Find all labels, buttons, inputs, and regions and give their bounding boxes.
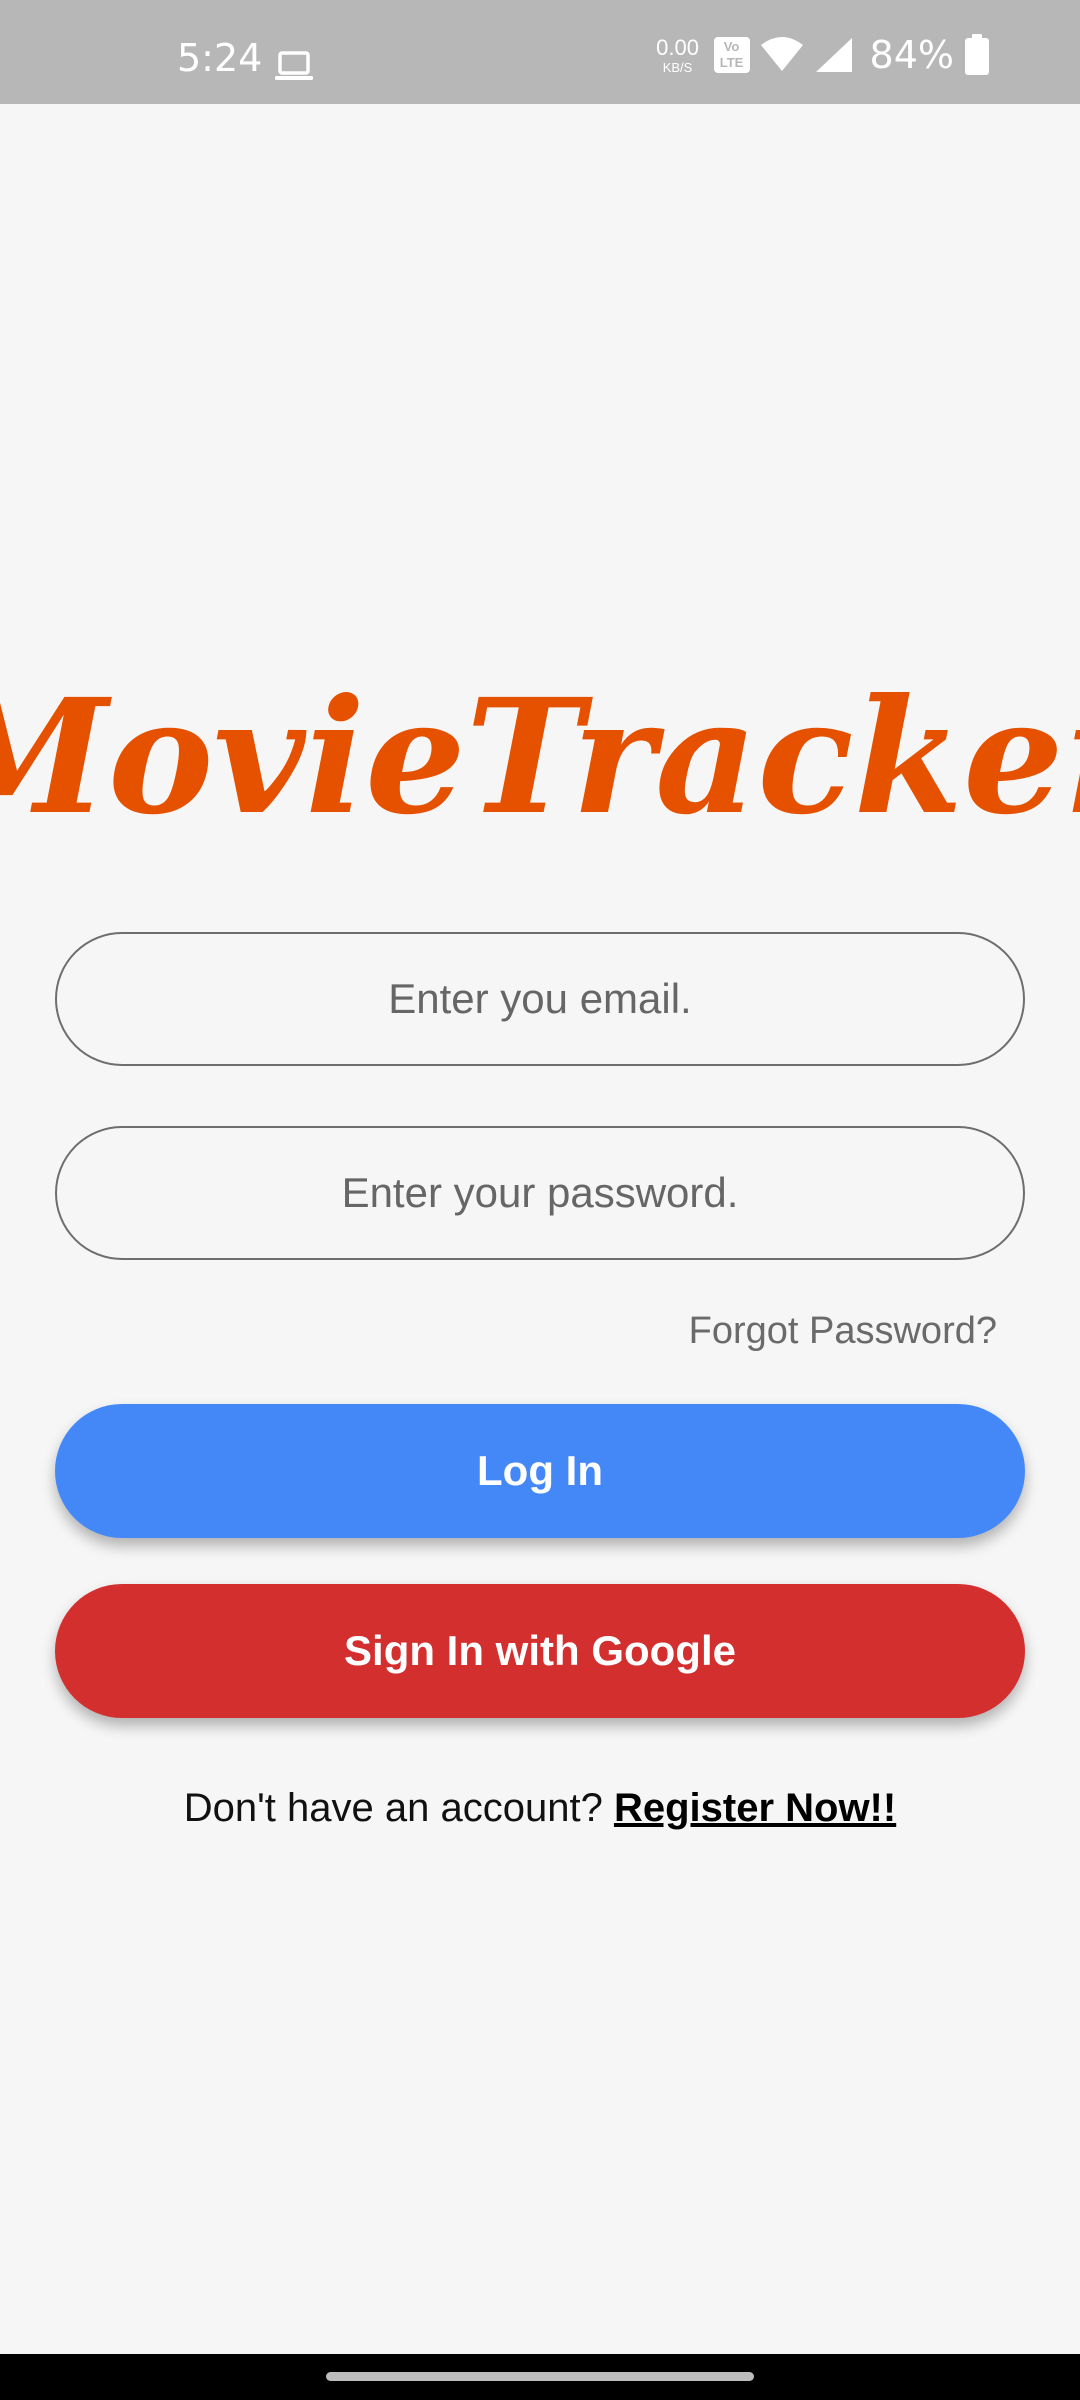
login-button[interactable]: Log In (55, 1404, 1025, 1538)
laptop-icon (275, 51, 313, 80)
signal-icon (815, 38, 852, 72)
google-signin-label: Sign In with Google (344, 1627, 736, 1674)
navigation-bar (0, 2354, 1080, 2400)
password-input[interactable] (108, 1168, 972, 1218)
register-prompt: Don't have an account? Register Now!! (0, 1786, 1080, 1831)
status-time: 5:24 (177, 36, 263, 80)
password-field[interactable] (55, 1126, 1025, 1260)
logo-text: MovieTracker (0, 665, 1080, 840)
login-button-label: Log In (477, 1447, 603, 1494)
app-logo: MovieTracker (0, 665, 1080, 840)
google-signin-button[interactable]: Sign In with Google (55, 1584, 1025, 1718)
net-speed-unit: KB/S (662, 59, 693, 75)
battery-icon (965, 34, 989, 75)
register-prompt-text: Don't have an account? (183, 1786, 603, 1830)
net-speed: 0.00 KB/S (652, 34, 704, 75)
volte-bottom: LTE (719, 55, 744, 70)
volte-icon: Vo LTE (713, 37, 750, 73)
email-field[interactable] (55, 932, 1025, 1066)
status-bar: 5:24 0.00 KB/S Vo LTE 84% (0, 0, 1080, 104)
net-speed-value: 0.00 (656, 34, 699, 60)
status-right-group: 0.00 KB/S Vo LTE 84% (652, 30, 990, 80)
battery-percent: 84% (869, 33, 954, 77)
volte-top: Vo (723, 39, 740, 54)
register-now-link[interactable]: Register Now!! (614, 1786, 896, 1830)
home-gesture-handle[interactable] (326, 2372, 754, 2381)
wifi-icon (760, 37, 803, 71)
email-input[interactable] (108, 974, 972, 1024)
forgot-password-link[interactable]: Forgot Password? (689, 1310, 997, 1353)
